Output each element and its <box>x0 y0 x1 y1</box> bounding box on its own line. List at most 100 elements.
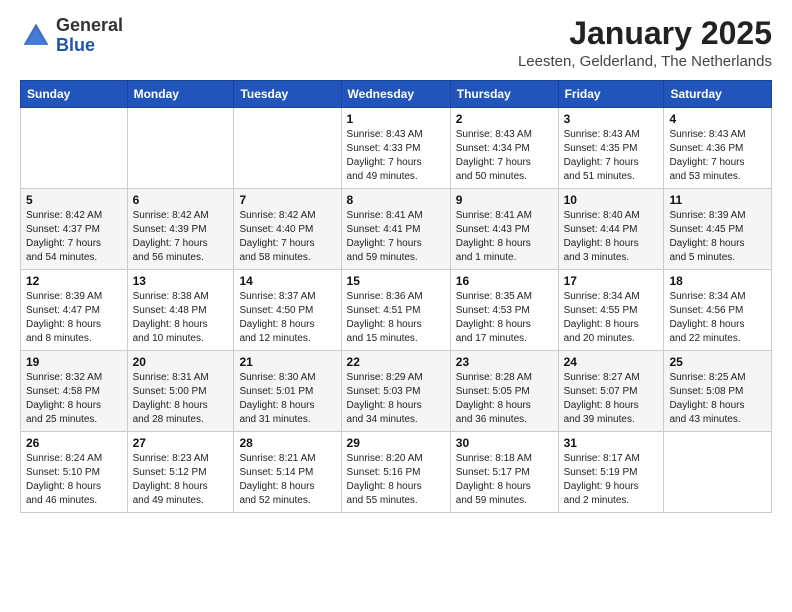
week-row-4: 19 Sunrise: 8:32 AMSunset: 4:58 PMDayligh… <box>21 351 772 432</box>
day-info: Sunrise: 8:42 AMSunset: 4:39 PMDaylight:… <box>133 209 229 265</box>
day-number: 13 <box>133 274 229 288</box>
day-number: 17 <box>564 274 659 288</box>
logo: General Blue <box>20 16 123 56</box>
day-cell: 14 Sunrise: 8:37 AMSunset: 4:50 PMDayligh… <box>234 270 341 351</box>
day-info: Sunrise: 8:37 AMSunset: 4:50 PMDaylight:… <box>239 290 335 346</box>
day-number: 3 <box>564 112 659 126</box>
day-cell: 21 Sunrise: 8:30 AMSunset: 5:01 PMDayligh… <box>234 351 341 432</box>
day-number: 29 <box>347 436 445 450</box>
logo-general: General <box>56 16 123 36</box>
day-info: Sunrise: 8:41 AMSunset: 4:41 PMDaylight:… <box>347 209 445 265</box>
week-row-3: 12Sunrise: 8:39 AMSunset: 4:47 PMDayligh… <box>21 270 772 351</box>
day-number: 8 <box>347 193 445 207</box>
weekday-header-thursday: Thursday <box>450 81 558 108</box>
day-number: 2 <box>456 112 553 126</box>
day-info: Sunrise: 8:34 AMSunset: 4:56 PMDaylight:… <box>669 290 766 346</box>
day-cell <box>127 108 234 189</box>
day-number: 20 <box>133 355 229 369</box>
day-info: Sunrise: 8:27 AMSunset: 5:07 PMDaylight:… <box>564 371 659 427</box>
day-cell: 1 Sunrise: 8:43 AMSunset: 4:33 PMDaylight… <box>341 108 450 189</box>
week-row-5: 26 Sunrise: 8:24 AMSunset: 5:10 PMDayligh… <box>21 432 772 513</box>
day-cell: 4 Sunrise: 8:43 AMSunset: 4:36 PMDaylight… <box>664 108 772 189</box>
day-number: 26 <box>26 436 122 450</box>
weekday-header-wednesday: Wednesday <box>341 81 450 108</box>
day-cell: 16Sunrise: 8:35 AMSunset: 4:53 PMDayligh… <box>450 270 558 351</box>
weekday-header-friday: Friday <box>558 81 664 108</box>
location-title: Leesten, Gelderland, The Netherlands <box>518 53 772 70</box>
week-row-2: 5 Sunrise: 8:42 AMSunset: 4:37 PMDaylight… <box>21 189 772 270</box>
day-number: 10 <box>564 193 659 207</box>
day-info: Sunrise: 8:41 AMSunset: 4:43 PMDaylight:… <box>456 209 553 265</box>
day-info: Sunrise: 8:28 AMSunset: 5:05 PMDaylight:… <box>456 371 553 427</box>
day-info: Sunrise: 8:29 AMSunset: 5:03 PMDaylight:… <box>347 371 445 427</box>
day-number: 25 <box>669 355 766 369</box>
day-cell: 26 Sunrise: 8:24 AMSunset: 5:10 PMDayligh… <box>21 432 128 513</box>
day-cell: 19 Sunrise: 8:32 AMSunset: 4:58 PMDayligh… <box>21 351 128 432</box>
day-cell: 9 Sunrise: 8:41 AMSunset: 4:43 PMDaylight… <box>450 189 558 270</box>
day-number: 27 <box>133 436 229 450</box>
day-info: Sunrise: 8:25 AMSunset: 5:08 PMDaylight:… <box>669 371 766 427</box>
header: General Blue January 2025 Leesten, Gelde… <box>20 16 772 70</box>
day-cell <box>234 108 341 189</box>
day-number: 11 <box>669 193 766 207</box>
day-cell: 3 Sunrise: 8:43 AMSunset: 4:35 PMDaylight… <box>558 108 664 189</box>
day-cell: 31 Sunrise: 8:17 AMSunset: 5:19 PMDayligh… <box>558 432 664 513</box>
day-info: Sunrise: 8:43 AMSunset: 4:36 PMDaylight:… <box>669 128 766 184</box>
weekday-header-tuesday: Tuesday <box>234 81 341 108</box>
day-info: Sunrise: 8:23 AMSunset: 5:12 PMDaylight:… <box>133 452 229 508</box>
day-number: 24 <box>564 355 659 369</box>
day-info: Sunrise: 8:21 AMSunset: 5:14 PMDaylight:… <box>239 452 335 508</box>
weekday-header-monday: Monday <box>127 81 234 108</box>
day-cell: 13 Sunrise: 8:38 AMSunset: 4:48 PMDayligh… <box>127 270 234 351</box>
day-number: 18 <box>669 274 766 288</box>
day-cell: 22 Sunrise: 8:29 AMSunset: 5:03 PMDayligh… <box>341 351 450 432</box>
day-number: 6 <box>133 193 229 207</box>
day-info: Sunrise: 8:18 AMSunset: 5:17 PMDaylight:… <box>456 452 553 508</box>
day-info: Sunrise: 8:36 AMSunset: 4:51 PMDaylight:… <box>347 290 445 346</box>
day-number: 4 <box>669 112 766 126</box>
day-cell: 2 Sunrise: 8:43 AMSunset: 4:34 PMDaylight… <box>450 108 558 189</box>
day-info: Sunrise: 8:38 AMSunset: 4:48 PMDaylight:… <box>133 290 229 346</box>
day-number: 5 <box>26 193 122 207</box>
day-info: Sunrise: 8:20 AMSunset: 5:16 PMDaylight:… <box>347 452 445 508</box>
day-number: 7 <box>239 193 335 207</box>
day-cell: 11 Sunrise: 8:39 AMSunset: 4:45 PMDayligh… <box>664 189 772 270</box>
day-cell: 29 Sunrise: 8:20 AMSunset: 5:16 PMDayligh… <box>341 432 450 513</box>
day-info: Sunrise: 8:43 AMSunset: 4:35 PMDaylight:… <box>564 128 659 184</box>
day-cell <box>21 108 128 189</box>
day-info: Sunrise: 8:31 AMSunset: 5:00 PMDaylight:… <box>133 371 229 427</box>
day-number: 19 <box>26 355 122 369</box>
day-cell: 12Sunrise: 8:39 AMSunset: 4:47 PMDayligh… <box>21 270 128 351</box>
day-info: Sunrise: 8:43 AMSunset: 4:33 PMDaylight:… <box>347 128 445 184</box>
day-cell: 27 Sunrise: 8:23 AMSunset: 5:12 PMDayligh… <box>127 432 234 513</box>
day-cell: 8 Sunrise: 8:41 AMSunset: 4:41 PMDaylight… <box>341 189 450 270</box>
day-info: Sunrise: 8:17 AMSunset: 5:19 PMDaylight:… <box>564 452 659 508</box>
day-cell: 7 Sunrise: 8:42 AMSunset: 4:40 PMDaylight… <box>234 189 341 270</box>
month-title: January 2025 <box>518 16 772 51</box>
day-info: Sunrise: 8:43 AMSunset: 4:34 PMDaylight:… <box>456 128 553 184</box>
calendar: SundayMondayTuesdayWednesdayThursdayFrid… <box>20 80 772 513</box>
day-number: 22 <box>347 355 445 369</box>
day-info: Sunrise: 8:32 AMSunset: 4:58 PMDaylight:… <box>26 371 122 427</box>
day-cell: 10 Sunrise: 8:40 AMSunset: 4:44 PMDayligh… <box>558 189 664 270</box>
day-number: 16 <box>456 274 553 288</box>
day-info: Sunrise: 8:39 AMSunset: 4:45 PMDaylight:… <box>669 209 766 265</box>
day-number: 1 <box>347 112 445 126</box>
day-number: 31 <box>564 436 659 450</box>
day-cell: 28Sunrise: 8:21 AMSunset: 5:14 PMDayligh… <box>234 432 341 513</box>
day-number: 21 <box>239 355 335 369</box>
day-info: Sunrise: 8:34 AMSunset: 4:55 PMDaylight:… <box>564 290 659 346</box>
day-number: 14 <box>239 274 335 288</box>
day-info: Sunrise: 8:42 AMSunset: 4:40 PMDaylight:… <box>239 209 335 265</box>
day-info: Sunrise: 8:40 AMSunset: 4:44 PMDaylight:… <box>564 209 659 265</box>
title-area: January 2025 Leesten, Gelderland, The Ne… <box>518 16 772 70</box>
day-info: Sunrise: 8:24 AMSunset: 5:10 PMDaylight:… <box>26 452 122 508</box>
day-info: Sunrise: 8:42 AMSunset: 4:37 PMDaylight:… <box>26 209 122 265</box>
day-cell: 24 Sunrise: 8:27 AMSunset: 5:07 PMDayligh… <box>558 351 664 432</box>
day-number: 9 <box>456 193 553 207</box>
day-cell <box>664 432 772 513</box>
day-cell: 23Sunrise: 8:28 AMSunset: 5:05 PMDayligh… <box>450 351 558 432</box>
day-info: Sunrise: 8:30 AMSunset: 5:01 PMDaylight:… <box>239 371 335 427</box>
week-row-1: 1 Sunrise: 8:43 AMSunset: 4:33 PMDaylight… <box>21 108 772 189</box>
day-cell: 5 Sunrise: 8:42 AMSunset: 4:37 PMDaylight… <box>21 189 128 270</box>
